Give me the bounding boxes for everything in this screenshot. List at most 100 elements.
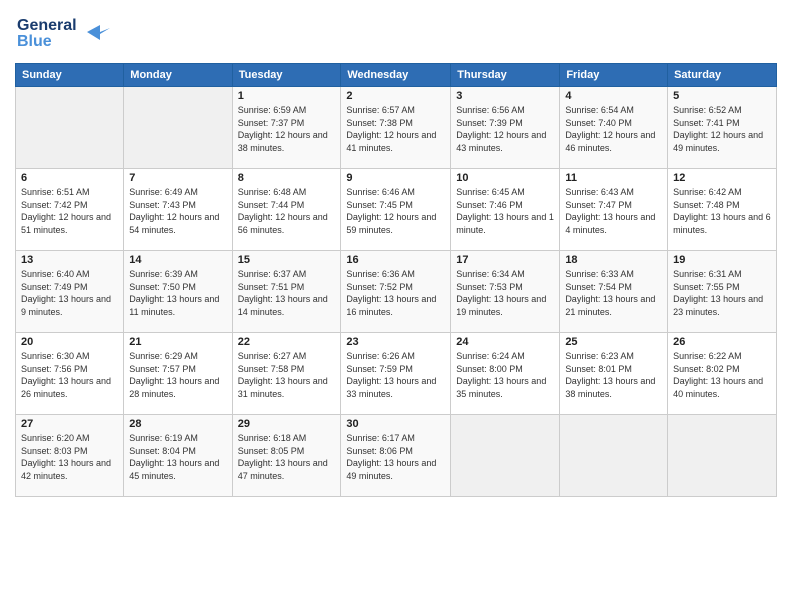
day-number: 20 — [21, 336, 118, 348]
calendar-cell: 7 Sunrise: 6:49 AM Sunset: 7:43 PM Daylig… — [124, 169, 232, 251]
day-number: 4 — [565, 90, 662, 102]
calendar-cell: 14Sunrise: 6:39 AM Sunset: 7:50 PM Dayli… — [124, 251, 232, 333]
calendar-header-saturday: Saturday — [668, 64, 777, 87]
day-info: Sunrise: 6:23 AM Sunset: 8:01 PM Dayligh… — [565, 350, 662, 400]
calendar-header-sunday: Sunday — [16, 64, 124, 87]
calendar-cell: 20 Sunrise: 6:30 AM Sunset: 7:56 PM Dayli… — [16, 333, 124, 415]
day-info: Sunrise: 6:37 AM Sunset: 7:51 PM Dayligh… — [238, 268, 336, 318]
svg-text:Blue: Blue — [17, 33, 52, 50]
day-number: 13 — [21, 254, 118, 266]
day-info: Sunrise: 6:51 AM Sunset: 7:42 PM Dayligh… — [21, 186, 118, 236]
day-info: Sunrise: 6:56 AM Sunset: 7:39 PM Dayligh… — [456, 104, 554, 154]
svg-text:General: General — [17, 17, 77, 34]
day-info: Sunrise: 6:27 AM Sunset: 7:58 PM Dayligh… — [238, 350, 336, 400]
calendar-cell: 6 Sunrise: 6:51 AM Sunset: 7:42 PM Daylig… — [16, 169, 124, 251]
calendar-week-4: 27 Sunrise: 6:20 AM Sunset: 8:03 PM Dayli… — [16, 415, 777, 497]
calendar-cell: 23 Sunrise: 6:26 AM Sunset: 7:59 PM Dayli… — [341, 333, 451, 415]
day-info: Sunrise: 6:46 AM Sunset: 7:45 PM Dayligh… — [346, 186, 445, 236]
day-number: 19 — [673, 254, 771, 266]
day-info: Sunrise: 6:34 AM Sunset: 7:53 PM Dayligh… — [456, 268, 554, 318]
calendar-cell: 2 Sunrise: 6:57 AM Sunset: 7:38 PM Daylig… — [341, 87, 451, 169]
day-info: Sunrise: 6:31 AM Sunset: 7:55 PM Dayligh… — [673, 268, 771, 318]
day-info: Sunrise: 6:20 AM Sunset: 8:03 PM Dayligh… — [21, 432, 118, 482]
day-number: 8 — [238, 172, 336, 184]
day-number: 17 — [456, 254, 554, 266]
day-info: Sunrise: 6:24 AM Sunset: 8:00 PM Dayligh… — [456, 350, 554, 400]
logo-text: General Blue — [15, 10, 125, 55]
day-number: 11 — [565, 172, 662, 184]
calendar: SundayMondayTuesdayWednesdayThursdayFrid… — [15, 63, 777, 497]
calendar-cell — [668, 415, 777, 497]
calendar-cell: 4Sunrise: 6:54 AM Sunset: 7:40 PM Daylig… — [560, 87, 668, 169]
calendar-cell: 11Sunrise: 6:43 AM Sunset: 7:47 PM Dayli… — [560, 169, 668, 251]
day-info: Sunrise: 6:57 AM Sunset: 7:38 PM Dayligh… — [346, 104, 445, 154]
calendar-cell: 22 Sunrise: 6:27 AM Sunset: 7:58 PM Dayli… — [232, 333, 341, 415]
day-info: Sunrise: 6:49 AM Sunset: 7:43 PM Dayligh… — [129, 186, 226, 236]
calendar-cell: 3 Sunrise: 6:56 AM Sunset: 7:39 PM Daylig… — [451, 87, 560, 169]
day-info: Sunrise: 6:36 AM Sunset: 7:52 PM Dayligh… — [346, 268, 445, 318]
calendar-week-0: 1 Sunrise: 6:59 AM Sunset: 7:37 PM Daylig… — [16, 87, 777, 169]
calendar-header-row: SundayMondayTuesdayWednesdayThursdayFrid… — [16, 64, 777, 87]
calendar-cell: 16Sunrise: 6:36 AM Sunset: 7:52 PM Dayli… — [341, 251, 451, 333]
calendar-header-friday: Friday — [560, 64, 668, 87]
day-info: Sunrise: 6:30 AM Sunset: 7:56 PM Dayligh… — [21, 350, 118, 400]
day-number: 6 — [21, 172, 118, 184]
calendar-cell: 17 Sunrise: 6:34 AM Sunset: 7:53 PM Dayli… — [451, 251, 560, 333]
calendar-cell: 26Sunrise: 6:22 AM Sunset: 8:02 PM Dayli… — [668, 333, 777, 415]
day-number: 18 — [565, 254, 662, 266]
day-info: Sunrise: 6:17 AM Sunset: 8:06 PM Dayligh… — [346, 432, 445, 482]
day-number: 12 — [673, 172, 771, 184]
calendar-week-2: 13 Sunrise: 6:40 AM Sunset: 7:49 PM Dayli… — [16, 251, 777, 333]
calendar-cell: 9Sunrise: 6:46 AM Sunset: 7:45 PM Daylig… — [341, 169, 451, 251]
calendar-cell: 1 Sunrise: 6:59 AM Sunset: 7:37 PM Daylig… — [232, 87, 341, 169]
calendar-week-1: 6 Sunrise: 6:51 AM Sunset: 7:42 PM Daylig… — [16, 169, 777, 251]
day-number: 27 — [21, 418, 118, 430]
header: General Blue — [15, 10, 777, 55]
calendar-cell: 13 Sunrise: 6:40 AM Sunset: 7:49 PM Dayli… — [16, 251, 124, 333]
calendar-cell: 21Sunrise: 6:29 AM Sunset: 7:57 PM Dayli… — [124, 333, 232, 415]
day-number: 22 — [238, 336, 336, 348]
day-info: Sunrise: 6:26 AM Sunset: 7:59 PM Dayligh… — [346, 350, 445, 400]
calendar-cell: 29 Sunrise: 6:18 AM Sunset: 8:05 PM Dayli… — [232, 415, 341, 497]
day-info: Sunrise: 6:42 AM Sunset: 7:48 PM Dayligh… — [673, 186, 771, 236]
day-number: 1 — [238, 90, 336, 102]
calendar-cell — [16, 87, 124, 169]
day-info: Sunrise: 6:33 AM Sunset: 7:54 PM Dayligh… — [565, 268, 662, 318]
day-number: 3 — [456, 90, 554, 102]
day-info: Sunrise: 6:52 AM Sunset: 7:41 PM Dayligh… — [673, 104, 771, 154]
logo: General Blue — [15, 10, 125, 55]
day-info: Sunrise: 6:39 AM Sunset: 7:50 PM Dayligh… — [129, 268, 226, 318]
calendar-header-tuesday: Tuesday — [232, 64, 341, 87]
calendar-cell: 28 Sunrise: 6:19 AM Sunset: 8:04 PM Dayli… — [124, 415, 232, 497]
calendar-cell: 8Sunrise: 6:48 AM Sunset: 7:44 PM Daylig… — [232, 169, 341, 251]
calendar-cell — [560, 415, 668, 497]
day-number: 24 — [456, 336, 554, 348]
day-number: 7 — [129, 172, 226, 184]
calendar-cell: 10 Sunrise: 6:45 AM Sunset: 7:46 PM Dayli… — [451, 169, 560, 251]
page: General Blue SundayMondayTuesdayWednesda… — [0, 0, 792, 612]
day-number: 23 — [346, 336, 445, 348]
calendar-cell: 19 Sunrise: 6:31 AM Sunset: 7:55 PM Dayli… — [668, 251, 777, 333]
day-number: 25 — [565, 336, 662, 348]
calendar-cell — [451, 415, 560, 497]
day-info: Sunrise: 6:59 AM Sunset: 7:37 PM Dayligh… — [238, 104, 336, 154]
day-info: Sunrise: 6:40 AM Sunset: 7:49 PM Dayligh… — [21, 268, 118, 318]
calendar-cell: 5Sunrise: 6:52 AM Sunset: 7:41 PM Daylig… — [668, 87, 777, 169]
day-number: 10 — [456, 172, 554, 184]
day-number: 26 — [673, 336, 771, 348]
day-info: Sunrise: 6:45 AM Sunset: 7:46 PM Dayligh… — [456, 186, 554, 236]
calendar-cell: 25 Sunrise: 6:23 AM Sunset: 8:01 PM Dayli… — [560, 333, 668, 415]
calendar-cell: 18 Sunrise: 6:33 AM Sunset: 7:54 PM Dayli… — [560, 251, 668, 333]
calendar-header-monday: Monday — [124, 64, 232, 87]
calendar-week-3: 20 Sunrise: 6:30 AM Sunset: 7:56 PM Dayli… — [16, 333, 777, 415]
day-info: Sunrise: 6:19 AM Sunset: 8:04 PM Dayligh… — [129, 432, 226, 482]
calendar-cell — [124, 87, 232, 169]
day-number: 29 — [238, 418, 336, 430]
day-number: 28 — [129, 418, 226, 430]
calendar-cell: 27 Sunrise: 6:20 AM Sunset: 8:03 PM Dayli… — [16, 415, 124, 497]
day-info: Sunrise: 6:18 AM Sunset: 8:05 PM Dayligh… — [238, 432, 336, 482]
day-number: 2 — [346, 90, 445, 102]
calendar-cell: 30Sunrise: 6:17 AM Sunset: 8:06 PM Dayli… — [341, 415, 451, 497]
calendar-cell: 15Sunrise: 6:37 AM Sunset: 7:51 PM Dayli… — [232, 251, 341, 333]
calendar-cell: 24 Sunrise: 6:24 AM Sunset: 8:00 PM Dayli… — [451, 333, 560, 415]
